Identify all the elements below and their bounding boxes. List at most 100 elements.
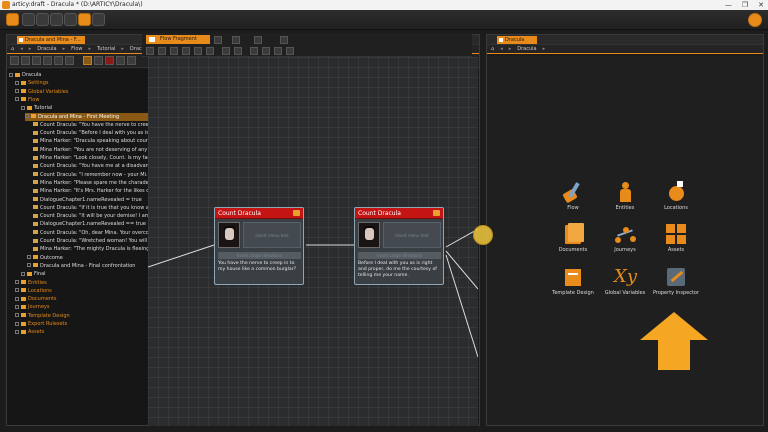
expander-icon[interactable] bbox=[21, 271, 25, 276]
tool-12-icon[interactable] bbox=[286, 47, 294, 55]
lock-icon[interactable] bbox=[116, 56, 125, 65]
tree-item[interactable]: Documents bbox=[15, 295, 57, 303]
tool-11-icon[interactable] bbox=[274, 47, 282, 55]
nav-back-icon[interactable]: ◂ bbox=[20, 46, 23, 52]
tree-item[interactable]: DialogueChapter1.nameRevealed == true bbox=[33, 220, 146, 228]
tool-4-icon[interactable] bbox=[182, 47, 190, 55]
expander-icon[interactable] bbox=[15, 321, 19, 326]
stage-directions-field[interactable]: Insert stage directions bbox=[358, 252, 441, 259]
tree-item[interactable]: Dracula and Mina - First Meeting bbox=[25, 112, 148, 121]
expander-icon[interactable] bbox=[9, 72, 13, 77]
tree-item[interactable]: Mina Harker: "It's Mrs. Harker for the l… bbox=[33, 187, 148, 195]
home-icon[interactable] bbox=[6, 13, 19, 26]
tree-item[interactable]: Final bbox=[21, 270, 46, 278]
help-icon[interactable] bbox=[92, 13, 105, 26]
tool-1-icon[interactable] bbox=[146, 47, 154, 55]
nav-home-icon[interactable]: ⌂ bbox=[491, 46, 494, 52]
tool-9-icon[interactable] bbox=[250, 47, 258, 55]
expander-icon[interactable] bbox=[21, 105, 25, 110]
tree-item[interactable]: Tutorial bbox=[21, 104, 52, 112]
expander-icon[interactable] bbox=[25, 114, 29, 118]
property-inspector-tile[interactable]: Property Inspector bbox=[647, 266, 705, 300]
sort-icon[interactable] bbox=[32, 56, 41, 65]
dialogue-node[interactable]: Count Dracula Insert menu text Insert st… bbox=[354, 207, 444, 285]
tree-item[interactable]: Mina Harker: "Please spare me the charad… bbox=[33, 179, 148, 187]
tool-6-icon[interactable] bbox=[206, 47, 214, 55]
breadcrumb-item[interactable]: Dracula bbox=[517, 46, 536, 52]
expand-icon[interactable] bbox=[21, 56, 30, 65]
stage-directions-field[interactable]: Insert stage directions bbox=[218, 252, 301, 259]
layout-icon[interactable] bbox=[78, 13, 91, 26]
menu-text-field[interactable]: Insert menu text bbox=[383, 222, 441, 248]
expander-icon[interactable] bbox=[15, 329, 19, 334]
expander-icon[interactable] bbox=[15, 288, 19, 293]
filter-icon[interactable] bbox=[83, 56, 92, 65]
documents-tile[interactable]: Documents bbox=[548, 223, 598, 257]
tab-dracula-and-mina[interactable]: Dracula and Mina - F... bbox=[17, 36, 85, 44]
menu-text-field[interactable]: Insert menu text bbox=[243, 222, 301, 248]
expander-icon[interactable] bbox=[27, 255, 31, 260]
tab-dracula[interactable]: Dracula bbox=[497, 36, 537, 44]
expander-icon[interactable] bbox=[15, 89, 19, 94]
tool-3-icon[interactable] bbox=[170, 47, 178, 55]
tree-item[interactable]: Template Design bbox=[15, 312, 70, 320]
entities-tile[interactable]: Entities bbox=[600, 181, 650, 215]
expander-icon[interactable] bbox=[15, 313, 19, 318]
expander-icon[interactable] bbox=[15, 296, 19, 301]
user-icon[interactable] bbox=[748, 13, 762, 27]
tree-item[interactable]: Assets bbox=[15, 328, 44, 336]
dialogue-text[interactable]: Before I deal with you as is right and p… bbox=[358, 261, 442, 279]
tree-item[interactable]: Count Dracula: "It will be your demise! … bbox=[33, 212, 148, 220]
search-icon[interactable] bbox=[105, 56, 114, 65]
flow-canvas[interactable]: Count Dracula Insert menu text Insert st… bbox=[148, 57, 478, 426]
close-button[interactable]: ✕ bbox=[758, 0, 764, 10]
dialogue-text[interactable]: You have the nerve to creep in to my hou… bbox=[218, 261, 302, 273]
breadcrumb-item[interactable]: Tutorial bbox=[97, 46, 115, 52]
expander-icon[interactable] bbox=[15, 304, 19, 309]
tool-7-icon[interactable] bbox=[222, 47, 230, 55]
global-variables-tile[interactable]: Xy Global Variables bbox=[600, 266, 650, 300]
tool-8-icon[interactable] bbox=[234, 47, 242, 55]
open-icon[interactable] bbox=[22, 13, 35, 26]
nav-forward-icon[interactable]: ▸ bbox=[29, 46, 32, 52]
zoom-icon[interactable] bbox=[254, 36, 262, 44]
tree-item[interactable]: Flow bbox=[15, 96, 39, 104]
delete-icon[interactable] bbox=[127, 56, 136, 65]
settings-icon[interactable] bbox=[94, 56, 103, 65]
dialogue-node[interactable]: Count Dracula Insert menu text Insert st… bbox=[214, 207, 304, 285]
list-icon[interactable] bbox=[232, 36, 240, 44]
tool-10-icon[interactable] bbox=[262, 47, 270, 55]
expander-icon[interactable] bbox=[15, 80, 19, 85]
dropdown-icon[interactable] bbox=[214, 36, 222, 44]
tree-item[interactable]: Settings bbox=[15, 79, 49, 87]
tree-item[interactable]: Dracula and Mina - Final confrontation bbox=[27, 262, 135, 270]
tree-item[interactable]: Count Dracula: "You have me at a disadva… bbox=[33, 162, 148, 170]
tree-item[interactable]: Mina Harker: "You are not deserving of a… bbox=[33, 146, 148, 154]
tree-item[interactable]: Count Dracula: "Oh, dear Mina. Your over… bbox=[33, 229, 148, 237]
expander-icon[interactable] bbox=[15, 97, 19, 102]
nav-back-icon[interactable]: ◂ bbox=[500, 46, 503, 52]
expander-icon[interactable] bbox=[27, 263, 31, 268]
maximize-button[interactable]: ❐ bbox=[742, 0, 748, 10]
tree-item[interactable]: Count Dracula: "Wretched woman! You will… bbox=[33, 237, 148, 245]
expander-icon[interactable] bbox=[15, 280, 19, 284]
tree-item[interactable]: Outcome bbox=[27, 254, 63, 262]
tree-item[interactable]: DialogueChapter1.nameRevealed = true bbox=[33, 196, 142, 204]
template-design-tile[interactable]: Template Design bbox=[548, 266, 598, 300]
collapse-icon[interactable] bbox=[10, 56, 19, 65]
paste-icon[interactable] bbox=[65, 56, 74, 65]
undo-icon[interactable] bbox=[50, 13, 63, 26]
redo-icon[interactable] bbox=[64, 13, 77, 26]
new-icon[interactable] bbox=[43, 56, 52, 65]
save-icon[interactable] bbox=[36, 13, 49, 26]
tree-item[interactable]: Locations bbox=[15, 287, 52, 295]
journeys-tile[interactable]: Journeys bbox=[600, 223, 650, 257]
assets-tile[interactable]: Assets bbox=[651, 223, 701, 257]
tree-item[interactable]: Export Rulesets bbox=[15, 320, 67, 328]
locations-tile[interactable]: Locations bbox=[651, 181, 701, 215]
tree-item[interactable]: Mina Harker: "The mighty Dracula is flee… bbox=[33, 245, 148, 253]
tree-item[interactable]: Entities bbox=[15, 279, 47, 287]
tree-item[interactable]: Count Dracula: "Before I deal with you a… bbox=[33, 129, 148, 137]
tool-5-icon[interactable] bbox=[194, 47, 202, 55]
nav-home-icon[interactable]: ⌂ bbox=[11, 46, 14, 52]
